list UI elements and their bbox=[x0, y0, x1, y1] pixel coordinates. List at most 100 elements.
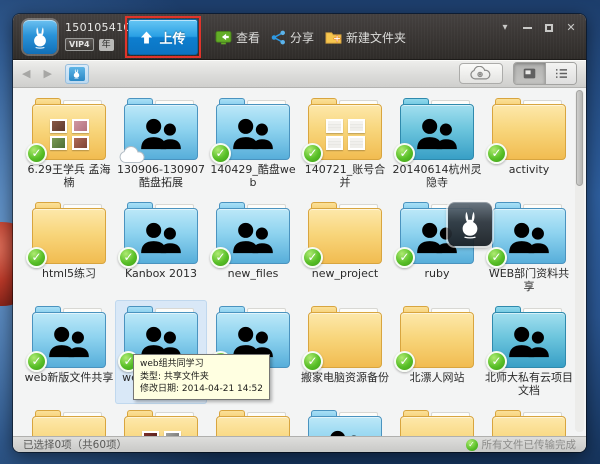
rabbit-icon bbox=[455, 209, 485, 239]
file-item[interactable]: ✓ bbox=[391, 404, 483, 436]
synced-check-icon: ✓ bbox=[302, 143, 323, 164]
maximize-icon[interactable] bbox=[543, 22, 555, 33]
file-item[interactable]: ✓ bbox=[207, 404, 299, 436]
folder-icon: ✓ bbox=[308, 410, 382, 436]
synced-check-icon: ✓ bbox=[394, 247, 415, 268]
shared-people-icon bbox=[230, 116, 276, 152]
file-label: ruby bbox=[425, 267, 450, 280]
new-folder-icon bbox=[325, 30, 342, 45]
window-controls: ▾ ✕ bbox=[499, 22, 577, 33]
synced-check-icon: ✓ bbox=[118, 247, 139, 268]
file-item[interactable]: ✓ new_files bbox=[207, 196, 299, 300]
cloud-eye-icon bbox=[469, 66, 493, 81]
grid-view-button[interactable] bbox=[514, 63, 545, 84]
share-icon bbox=[271, 30, 286, 45]
file-area: ✓ 6.29王学兵 孟海楠 ✓ 130906-130907酷盘拓展 bbox=[13, 88, 586, 436]
file-item[interactable]: ✓ html5练习 bbox=[23, 196, 115, 300]
file-item[interactable]: ✓ new_project bbox=[299, 196, 391, 300]
folder-icon: ✓ bbox=[492, 306, 566, 368]
list-view-icon bbox=[555, 68, 568, 79]
tooltip-title: web组共同学习 bbox=[140, 358, 263, 371]
folder-icon: ✓ bbox=[216, 98, 290, 160]
synced-check-icon: ✓ bbox=[302, 351, 323, 372]
view-button[interactable]: 查看 bbox=[215, 29, 260, 46]
synced-check-icon: ✓ bbox=[486, 351, 507, 372]
scrollbar-track[interactable] bbox=[575, 90, 584, 432]
kanbox-rabbit-icon bbox=[28, 25, 52, 49]
scrollbar-thumb[interactable] bbox=[576, 90, 583, 186]
file-label: 6.29王学兵 孟海楠 bbox=[24, 163, 114, 189]
new-folder-label: 新建文件夹 bbox=[346, 29, 406, 46]
file-item[interactable]: ✓ WEB部门资料共享 bbox=[483, 196, 575, 300]
file-label: 140429_酷盘web bbox=[208, 163, 298, 189]
file-item[interactable]: ✓ 北漂人网站 bbox=[391, 300, 483, 404]
minimize-icon[interactable] bbox=[521, 22, 533, 33]
folder-tooltip: web组共同学习 类型: 共享文件夹 修改日期: 2014-04-21 14:5… bbox=[133, 354, 270, 400]
selection-count: 已选择0项（共60项） bbox=[23, 437, 127, 452]
document-thumbnails bbox=[326, 119, 365, 150]
shared-people-icon bbox=[414, 116, 460, 152]
file-item[interactable]: ✓ activity bbox=[483, 92, 575, 196]
cloud-view-button[interactable] bbox=[459, 63, 503, 84]
shared-people-icon bbox=[230, 220, 276, 256]
synced-check-icon: ✓ bbox=[210, 143, 231, 164]
year-badge: 年 bbox=[99, 39, 114, 51]
synced-check-icon: ✓ bbox=[26, 351, 47, 372]
file-label: 20140614杭州灵隐寺 bbox=[392, 163, 482, 189]
file-label: new_files bbox=[228, 267, 279, 280]
file-item[interactable]: ✓ 北师大私有云项目文档 bbox=[483, 300, 575, 404]
menu-icon[interactable]: ▾ bbox=[499, 22, 511, 33]
folder-icon: ✓ bbox=[124, 202, 198, 264]
upload-arrow-icon bbox=[140, 31, 153, 44]
file-item[interactable]: ✓ 140429_酷盘web bbox=[207, 92, 299, 196]
share-button[interactable]: 分享 bbox=[271, 29, 314, 46]
kanbox-window: 15010541057 VIP4 年 上传 bbox=[13, 14, 586, 452]
file-label: web新版文件共享 bbox=[25, 371, 114, 384]
kanbox-home-icon bbox=[69, 67, 85, 81]
file-label: html5练习 bbox=[42, 267, 96, 280]
forward-arrow-icon[interactable]: ▶ bbox=[43, 67, 51, 80]
cloud-sync-icon bbox=[118, 146, 145, 164]
file-item[interactable]: ✓ 6.29王学兵 孟海楠 bbox=[23, 92, 115, 196]
shared-people-icon bbox=[322, 428, 368, 436]
file-item[interactable]: ✓ 20140614杭州灵隐寺 bbox=[391, 92, 483, 196]
kanbox-drag-badge bbox=[448, 202, 492, 246]
folder-icon: ✓ bbox=[216, 410, 290, 436]
file-item[interactable]: ✓ bbox=[483, 404, 575, 436]
toolbar-actions: 查看 分享 新建文 bbox=[215, 14, 406, 60]
file-label: 北漂人网站 bbox=[410, 371, 465, 384]
file-item[interactable]: ✓ web新版文件共享 bbox=[23, 300, 115, 404]
folder-icon: ✓ bbox=[32, 306, 106, 368]
user-avatar[interactable] bbox=[23, 20, 57, 54]
file-item[interactable]: ✓ bbox=[23, 404, 115, 436]
file-item[interactable]: ✓ bbox=[115, 404, 207, 436]
synced-check-icon: ✓ bbox=[394, 143, 415, 164]
file-item[interactable]: ✓ 140721_账号合并 bbox=[299, 92, 391, 196]
file-item[interactable]: ✓ bbox=[299, 404, 391, 436]
list-view-button[interactable] bbox=[545, 63, 576, 84]
titlebar: 15010541057 VIP4 年 上传 bbox=[13, 14, 586, 60]
home-button[interactable] bbox=[65, 64, 89, 84]
tooltip-modified: 修改日期: 2014-04-21 14:52 bbox=[140, 383, 263, 396]
transfer-status: 所有文件已传输完成 bbox=[482, 437, 577, 452]
view-toggle bbox=[513, 62, 577, 85]
folder-icon: ✓ bbox=[32, 410, 106, 436]
back-arrow-icon[interactable]: ◀ bbox=[22, 67, 30, 80]
folder-icon: ✓ bbox=[216, 202, 290, 264]
synced-check-icon: ✓ bbox=[302, 247, 323, 268]
file-item[interactable]: ✓ Kanbox 2013 bbox=[115, 196, 207, 300]
photo-thumbnails bbox=[50, 119, 89, 150]
close-icon[interactable]: ✕ bbox=[565, 22, 577, 33]
view-label: 查看 bbox=[236, 29, 260, 46]
upload-button[interactable]: 上传 bbox=[128, 19, 198, 55]
vip-badge: VIP4 bbox=[65, 38, 94, 51]
tooltip-type: 类型: 共享文件夹 bbox=[140, 371, 263, 384]
view-icon bbox=[215, 30, 232, 45]
folder-icon: ✓ bbox=[308, 98, 382, 160]
file-item[interactable]: ✓ 130906-130907酷盘拓展 bbox=[115, 92, 207, 196]
new-folder-button[interactable]: 新建文件夹 bbox=[325, 29, 406, 46]
file-item[interactable]: ✓ 搬家电脑资源备份 bbox=[299, 300, 391, 404]
share-label: 分享 bbox=[290, 29, 314, 46]
grid-view-icon bbox=[523, 68, 536, 79]
synced-check-icon: ✓ bbox=[486, 143, 507, 164]
